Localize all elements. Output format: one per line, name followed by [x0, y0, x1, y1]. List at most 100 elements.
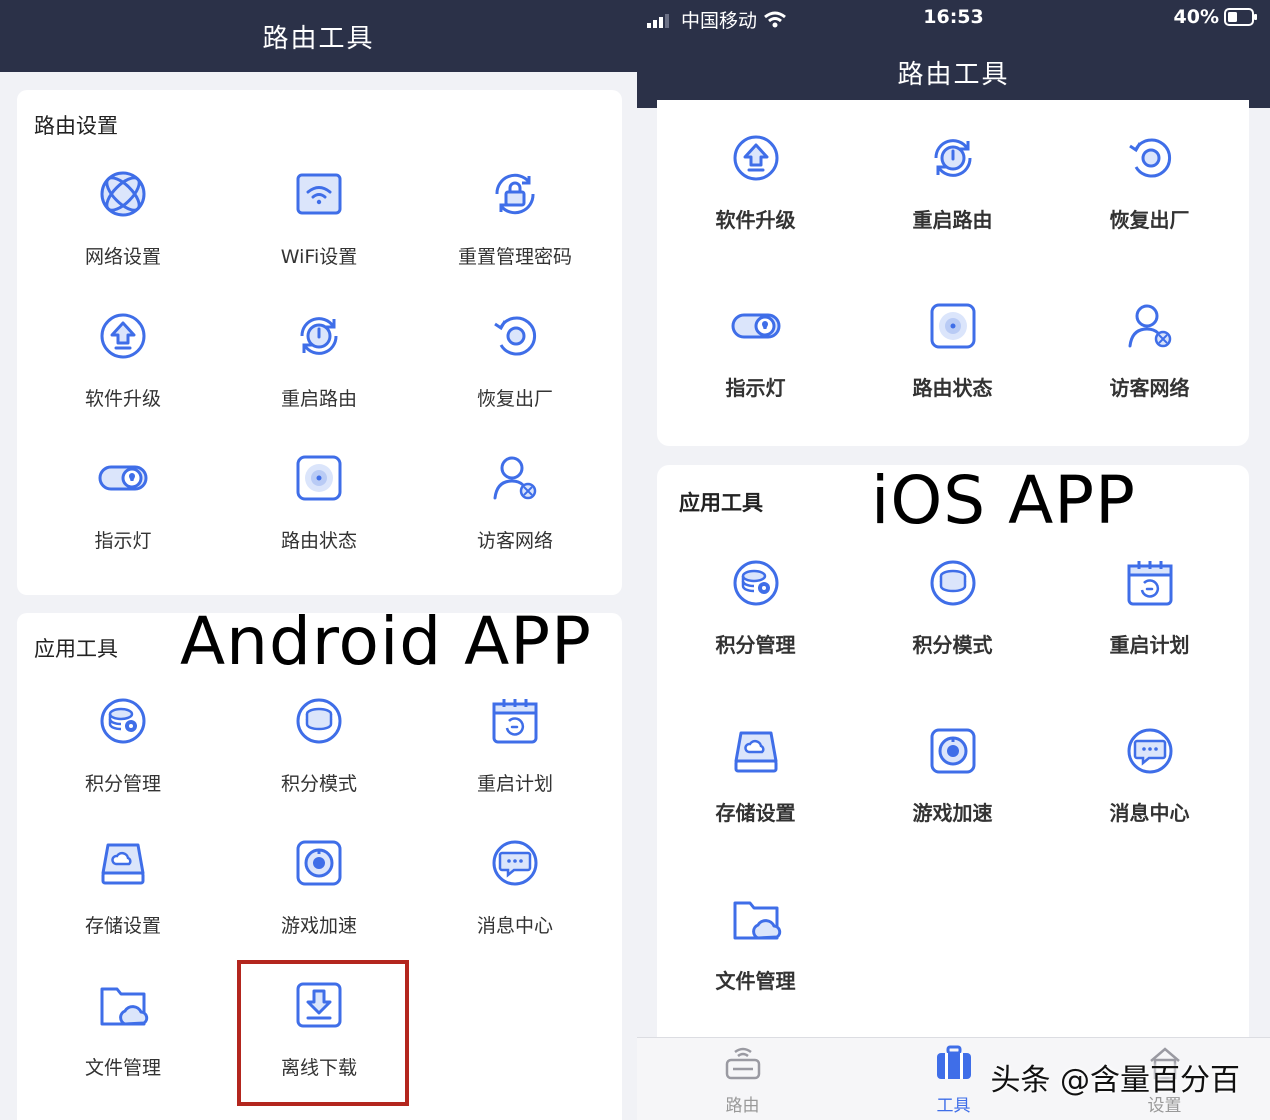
tile-label: 存储设置 [84, 915, 161, 937]
tile-label: 重启计划 [1109, 633, 1190, 657]
tile-label: 重启路由 [912, 208, 993, 232]
tile-label: 消息中心 [476, 915, 553, 937]
android-app-caption: Android APP [180, 603, 592, 680]
tile-file-management[interactable]: 文件管理 [657, 893, 854, 1061]
folder-icon [730, 893, 782, 945]
tile-storage-settings[interactable]: 存储设置 [25, 837, 221, 979]
android-title-bar: 路由工具 [0, 0, 637, 72]
game-boost-icon [293, 837, 345, 889]
tile-game-boost[interactable]: 游戏加速 [221, 837, 417, 979]
tile-points-management[interactable]: 积分管理 [25, 695, 221, 837]
tile-label: 消息中心 [1109, 801, 1190, 825]
tile-software-upgrade[interactable]: 软件升级 [657, 132, 854, 300]
tile-wifi-settings[interactable]: WiFi设置 [221, 168, 417, 310]
router-status-icon [927, 300, 979, 352]
tile-label: 网络设置 [84, 246, 161, 268]
folder-icon [97, 979, 149, 1031]
tile-label: 指示灯 [94, 530, 152, 552]
tile-guest-network[interactable]: 访客网络 [417, 452, 613, 594]
tile-label: 访客网络 [1109, 376, 1190, 400]
tile-label: 积分模式 [912, 633, 993, 657]
ios-title-bar: 路由工具 [637, 36, 1270, 108]
tile-label: 恢复出厂 [1109, 208, 1190, 232]
section-title: 应用工具 [679, 491, 763, 515]
indicator-light-icon [97, 452, 149, 504]
tile-restart-schedule[interactable]: 重启计划 [417, 695, 613, 837]
tile-router-status[interactable]: 路由状态 [854, 300, 1051, 468]
tile-label: 指示灯 [725, 376, 786, 400]
tile-label: 软件升级 [715, 208, 796, 232]
tile-label: 积分模式 [280, 773, 357, 795]
router-status-icon [293, 452, 345, 504]
tile-software-upgrade[interactable]: 软件升级 [25, 310, 221, 452]
tile-points-management[interactable]: 积分管理 [657, 557, 854, 725]
tile-label: 文件管理 [715, 969, 796, 993]
tile-label: 路由状态 [912, 376, 993, 400]
storage-icon [730, 725, 782, 777]
tile-restart-schedule[interactable]: 重启计划 [1051, 557, 1248, 725]
tile-guest-network[interactable]: 访客网络 [1051, 300, 1248, 468]
upgrade-icon [730, 132, 782, 184]
watermark: 头条 @含量百分百 [990, 1055, 1240, 1099]
router-settings-card: 路由设置 网络设置 WiFi设置 重置管理密码 软件升级 重启路由 恢复出厂 指… [17, 90, 622, 595]
calendar-icon [489, 695, 541, 747]
tile-factory-reset[interactable]: 恢复出厂 [417, 310, 613, 452]
tab-router[interactable]: 路由 [637, 1038, 848, 1120]
tile-message-center[interactable]: 消息中心 [1051, 725, 1248, 893]
tab-label: 工具 [936, 1096, 971, 1116]
factory-reset-icon [489, 310, 541, 362]
points-mode-icon [927, 557, 979, 609]
wifi-icon [293, 168, 345, 220]
toolbox-tab-icon [936, 1045, 971, 1079]
storage-icon [97, 837, 149, 889]
tile-label: 重启计划 [476, 773, 553, 795]
tile-label: 重置管理密码 [457, 246, 572, 268]
indicator-light-icon [730, 300, 782, 352]
tile-points-mode[interactable]: 积分模式 [221, 695, 417, 837]
tile-message-center[interactable]: 消息中心 [417, 837, 613, 979]
tile-label: 重启路由 [280, 388, 357, 410]
tile-indicator-light[interactable]: 指示灯 [25, 452, 221, 594]
guest-network-icon [489, 452, 541, 504]
tile-label: 游戏加速 [912, 801, 993, 825]
section-title: 路由设置 [34, 114, 118, 138]
app-tools-card: 应用工具 积分管理 积分模式 重启计划 存储设置 游戏加速 消息中心 文件管理 [657, 465, 1249, 1045]
tile-label: 积分管理 [715, 633, 796, 657]
guest-network-icon [1124, 300, 1176, 352]
tile-label: 路由状态 [280, 530, 357, 552]
lock-icon [489, 168, 541, 220]
globe-icon [97, 168, 149, 220]
tile-label: 积分管理 [84, 773, 161, 795]
tile-storage-settings[interactable]: 存储设置 [657, 725, 854, 893]
tile-game-boost[interactable]: 游戏加速 [854, 725, 1051, 893]
page-title: 路由工具 [897, 59, 1010, 90]
tab-label: 路由 [725, 1096, 760, 1116]
tile-label: 游戏加速 [280, 915, 357, 937]
tile-label: 软件升级 [84, 388, 161, 410]
tile-label: 存储设置 [715, 801, 796, 825]
tile-points-mode[interactable]: 积分模式 [854, 557, 1051, 725]
ios-app-caption: iOS APP [871, 462, 1136, 539]
battery-status: 40% [1174, 6, 1258, 28]
tile-factory-reset[interactable]: 恢复出厂 [1051, 132, 1248, 300]
tile-label: WiFi设置 [280, 246, 358, 268]
highlight-box [237, 960, 409, 1106]
watermark-text: 头条 @含量百分百 [990, 1063, 1240, 1098]
tile-restart-router[interactable]: 重启路由 [854, 132, 1051, 300]
battery-percent: 40% [1173, 6, 1219, 28]
tile-network-settings[interactable]: 网络设置 [25, 168, 221, 310]
tile-router-status[interactable]: 路由状态 [221, 452, 417, 594]
message-icon [489, 837, 541, 889]
status-bar: 中国移动 16:53 40% [637, 0, 1270, 36]
tile-file-management[interactable]: 文件管理 [25, 979, 221, 1120]
tile-reset-admin-password[interactable]: 重置管理密码 [417, 168, 613, 310]
tile-label: 访客网络 [476, 530, 553, 552]
restart-icon [927, 132, 979, 184]
section-title: 应用工具 [34, 637, 118, 661]
battery-icon [1224, 8, 1257, 26]
tile-restart-router[interactable]: 重启路由 [221, 310, 417, 452]
points-mode-icon [293, 695, 345, 747]
tile-label: 恢复出厂 [476, 388, 553, 410]
points-manage-icon [97, 695, 149, 747]
tile-indicator-light[interactable]: 指示灯 [657, 300, 854, 468]
